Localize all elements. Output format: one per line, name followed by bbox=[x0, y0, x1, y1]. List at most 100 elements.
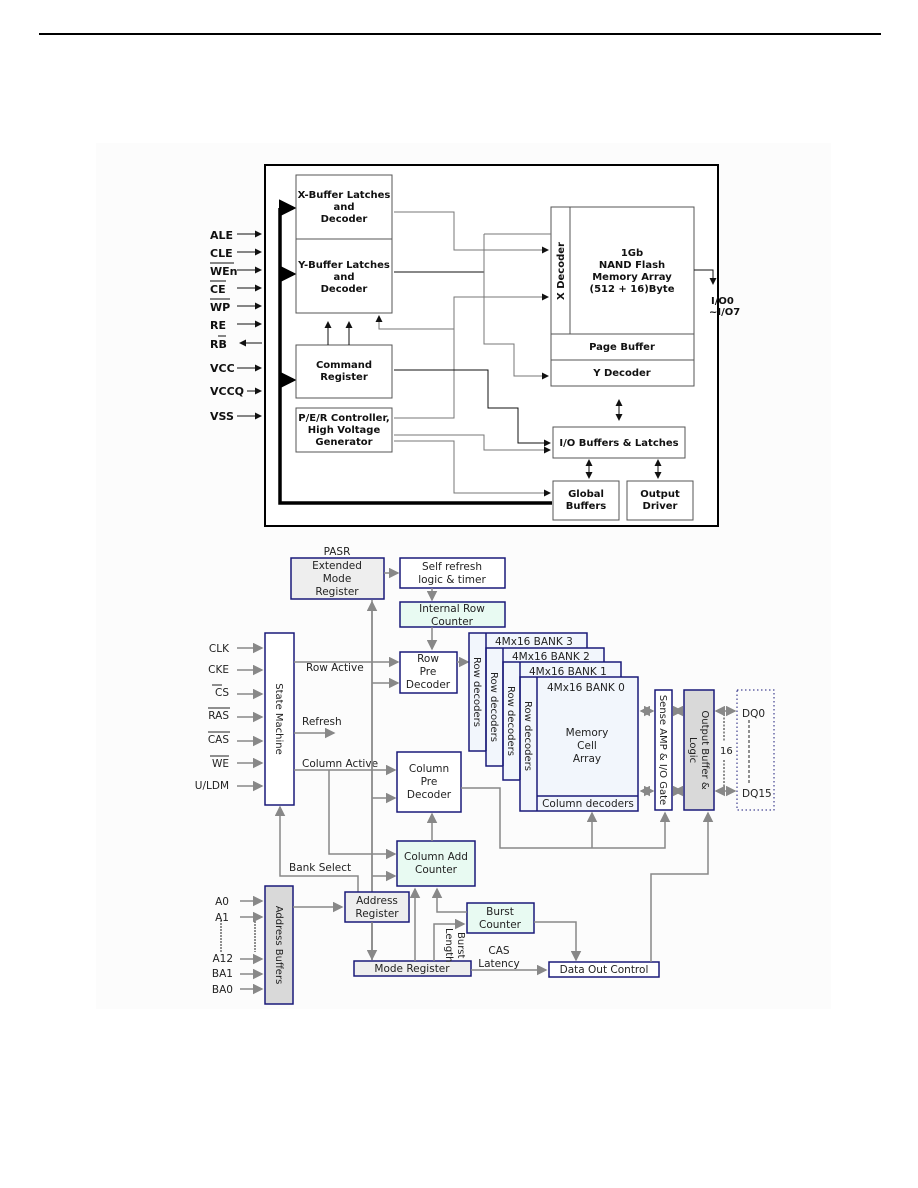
pin-ras: RAS bbox=[208, 710, 229, 722]
nand-pins: ALE CLE WEn CE WP RE RB VCC VCCQ VSS bbox=[210, 229, 262, 423]
y-buffer-label: Decoder bbox=[321, 284, 368, 295]
dq-width-label: 16 bbox=[720, 746, 733, 757]
x-buffer-label: X-Buffer Latches bbox=[298, 190, 391, 201]
pin-cle: CLE bbox=[210, 247, 233, 260]
sdram-address-pins: A0 A1 A12 BA1 BA0 bbox=[212, 895, 264, 996]
column-decoders-label: Column decoders bbox=[542, 798, 634, 810]
wire-dataout-output bbox=[650, 811, 714, 962]
row-pre-label: Row bbox=[417, 653, 439, 665]
pin-clk: CLK bbox=[209, 643, 230, 655]
command-register-label: Register bbox=[320, 372, 368, 383]
self-refresh-label: logic & timer bbox=[418, 574, 486, 586]
pin-a0: A0 bbox=[215, 896, 229, 908]
pin-a12: A12 bbox=[212, 953, 233, 965]
pasr-label: PASR bbox=[324, 546, 351, 558]
y-decoder-label: Y Decoder bbox=[592, 368, 651, 379]
self-refresh-label: Self refresh bbox=[422, 561, 482, 573]
block-diagrams: ALE CLE WEn CE WP RE RB VCC VCCQ VSS X-B… bbox=[195, 164, 775, 1005]
pin-rb: RB bbox=[210, 338, 227, 351]
bank-select-label: Bank Select bbox=[289, 862, 351, 874]
address-register-label: Register bbox=[355, 908, 399, 920]
address-register-label: Address bbox=[356, 895, 398, 907]
wire-burst-coladd bbox=[431, 887, 467, 913]
dq15-label: DQ15 bbox=[742, 788, 772, 800]
array-label: 1Gb bbox=[621, 248, 643, 259]
memory-cell-label: Array bbox=[573, 753, 601, 765]
cas-latency-label: CAS bbox=[488, 945, 510, 957]
sdram-diagram: PASR Extended Mode Register Self refresh… bbox=[195, 546, 775, 1005]
per-controller-label: Generator bbox=[315, 437, 372, 448]
io-label: ~I/O7 bbox=[709, 307, 740, 318]
emr-label: Extended bbox=[312, 560, 362, 572]
address-buffers-label: Address Buffers bbox=[273, 906, 284, 985]
pin-wen: WEn bbox=[210, 265, 237, 278]
page-buffer-label: Page Buffer bbox=[589, 342, 655, 353]
col-pre-label: Pre bbox=[421, 776, 438, 788]
wire-bank-select bbox=[274, 805, 359, 893]
global-buffers-label: Global bbox=[568, 489, 604, 500]
col-add-label: Counter bbox=[415, 864, 458, 876]
pin-re: RE bbox=[210, 319, 226, 332]
pin-ce: CE bbox=[210, 283, 226, 296]
pin-wp: WP bbox=[210, 301, 230, 314]
bank-0-label: 4Mx16 BANK 0 bbox=[547, 682, 625, 694]
internal-row-label: Counter bbox=[431, 616, 474, 628]
bank-1-label: 4Mx16 BANK 1 bbox=[529, 666, 607, 678]
cas-latency-label: Latency bbox=[478, 958, 520, 970]
bank-2-label: 4Mx16 BANK 2 bbox=[512, 651, 590, 663]
row-decoders-label: Row decoders bbox=[522, 701, 533, 771]
burst-counter-label: Burst bbox=[486, 906, 514, 918]
global-buffers-label: Buffers bbox=[566, 501, 607, 512]
output-driver-label: Driver bbox=[643, 501, 678, 512]
row-active-label: Row Active bbox=[306, 662, 364, 674]
row-pre-label: Pre bbox=[420, 666, 437, 678]
internal-row-label: Internal Row bbox=[419, 603, 485, 615]
column-active-label: Column Active bbox=[302, 758, 378, 770]
pin-vccq: VCCQ bbox=[210, 385, 244, 398]
pin-ba1: BA1 bbox=[212, 968, 233, 980]
pin-we: WE bbox=[212, 758, 229, 770]
refresh-label: Refresh bbox=[302, 716, 342, 728]
emr-label: Register bbox=[315, 586, 359, 598]
row-decoders-label: Row decoders bbox=[488, 672, 499, 742]
array-label: (512 + 16)Byte bbox=[590, 284, 675, 295]
pin-ba0: BA0 bbox=[212, 984, 233, 996]
pin-cke: CKE bbox=[208, 664, 229, 676]
pin-ale: ALE bbox=[210, 229, 233, 242]
row-decoders-label: Row decoders bbox=[505, 686, 516, 756]
output-driver-label: Output bbox=[640, 489, 680, 500]
col-pre-label: Decoder bbox=[407, 789, 452, 801]
data-out-control-label: Data Out Control bbox=[560, 964, 649, 976]
per-controller-label: P/E/R Controller, bbox=[298, 413, 389, 424]
sdram-control-pins: CLK CKE CS RAS CAS WE U/LDM bbox=[195, 642, 264, 792]
sense-amp-label: Sense AMP & I/O Gate bbox=[657, 695, 668, 805]
pin-uldm: U/LDM bbox=[195, 780, 229, 792]
wire-burst-dataout bbox=[534, 921, 582, 962]
state-machine-label: State Machine bbox=[273, 683, 284, 755]
per-controller-label: High Voltage bbox=[308, 425, 381, 436]
row-pre-label: Decoder bbox=[406, 679, 451, 691]
x-buffer-label: Decoder bbox=[321, 214, 368, 225]
dq0-label: DQ0 bbox=[742, 708, 765, 720]
burst-length-label: Burst bbox=[455, 932, 466, 959]
col-add-label: Column Add bbox=[404, 851, 468, 863]
pin-cas: CAS bbox=[208, 734, 230, 746]
pin-cs: CS bbox=[215, 687, 229, 699]
command-register-label: Command bbox=[316, 360, 372, 371]
bank-3-label: 4Mx16 BANK 3 bbox=[495, 636, 573, 648]
array-label: NAND Flash bbox=[599, 260, 665, 271]
mode-register-label: Mode Register bbox=[374, 963, 450, 975]
col-pre-label: Column bbox=[409, 763, 449, 775]
y-buffer-label: Y-Buffer Latches bbox=[297, 260, 390, 271]
nand-flash-diagram: ALE CLE WEn CE WP RE RB VCC VCCQ VSS X-B… bbox=[210, 164, 740, 527]
array-label: Memory Array bbox=[592, 272, 672, 283]
io-buffers-label: I/O Buffers & Latches bbox=[559, 438, 678, 449]
x-buffer-label: and bbox=[333, 202, 354, 213]
memory-cell-label: Memory bbox=[566, 727, 609, 739]
memory-banks: 4Mx16 BANK 3 4Mx16 BANK 2 4Mx16 BANK 1 4… bbox=[468, 632, 639, 812]
burst-counter-label: Counter bbox=[479, 919, 522, 931]
emr-label: Mode bbox=[323, 573, 352, 585]
pin-vss: VSS bbox=[210, 410, 234, 423]
y-buffer-label: and bbox=[333, 272, 354, 283]
output-buffer-label: Logic bbox=[687, 737, 698, 763]
